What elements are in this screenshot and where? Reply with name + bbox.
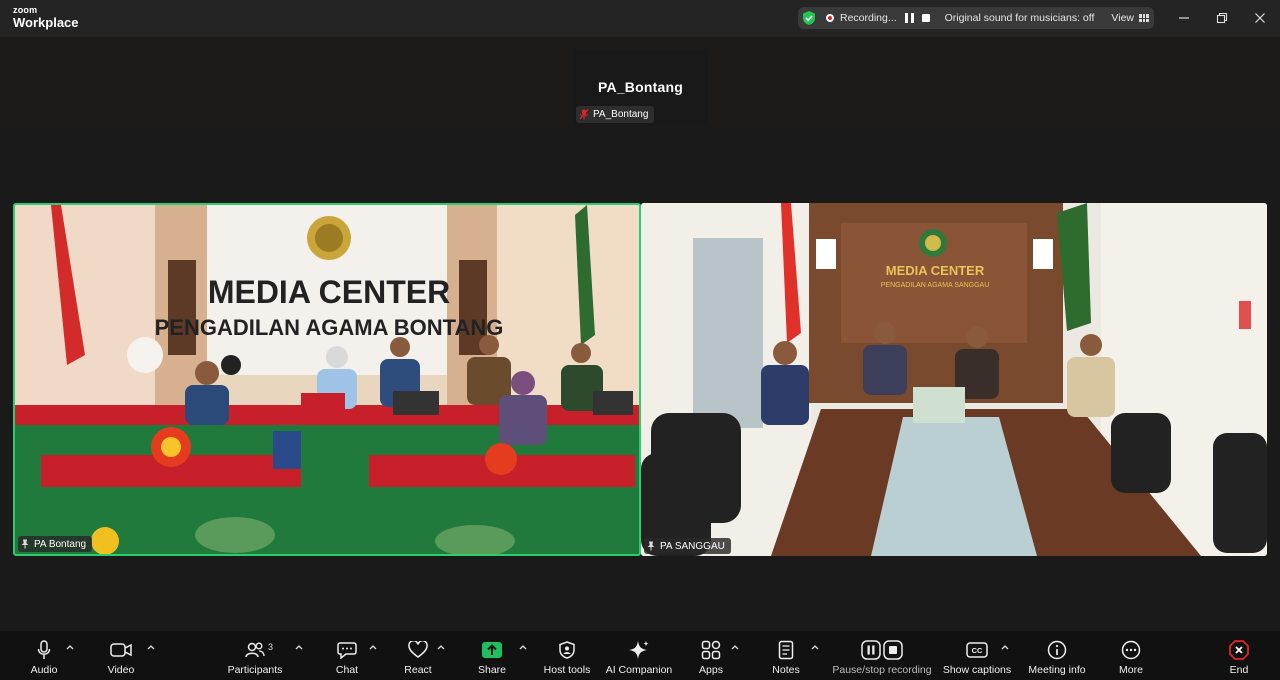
end-meeting-button[interactable]: End: [1226, 631, 1252, 680]
host-tools-button[interactable]: Host tools: [542, 631, 592, 680]
video-tile-pa-sanggau[interactable]: MEDIA CENTER PENGADILAN AGAMA SANGGAU PA…: [641, 203, 1267, 556]
encryption-shield-icon[interactable]: [802, 10, 816, 26]
video-options-chevron-icon[interactable]: [146, 643, 156, 651]
participants-count: 3: [268, 642, 274, 652]
video-button[interactable]: Video: [104, 631, 138, 680]
pause-stop-recording-icon: [861, 640, 903, 660]
svg-text:CC: CC: [972, 646, 983, 655]
pin-icon: [21, 539, 29, 549]
stop-recording-icon[interactable]: [921, 14, 930, 22]
closed-captions-icon: CC: [966, 642, 988, 658]
tile-name-bontang: PA Bontang: [34, 538, 87, 550]
video-feed-sanggau: MEDIA CENTER PENGADILAN AGAMA SANGGAU: [641, 203, 1267, 556]
host-tools-shield-icon: [559, 641, 575, 659]
end-meeting-icon: [1229, 640, 1249, 660]
captions-options-chevron-icon[interactable]: [1000, 643, 1010, 651]
participant-name-tag-text: PA_Bontang: [593, 109, 649, 120]
apps-button[interactable]: Apps: [698, 631, 724, 680]
participant-thumbnail[interactable]: PA_Bontang PA_Bontang: [573, 49, 708, 126]
zoom-workplace-logo: zoom Workplace: [13, 5, 79, 30]
audio-label: Audio: [30, 664, 58, 676]
notes-options-chevron-icon[interactable]: [810, 643, 820, 651]
show-captions-label: Show captions: [942, 664, 1012, 676]
title-bar: zoom Workplace Recording... Original sou…: [0, 0, 1280, 37]
heart-react-icon: [408, 641, 428, 658]
ai-companion-button[interactable]: AI Companion: [604, 631, 674, 680]
view-button[interactable]: View: [1111, 12, 1149, 24]
tile-name-tag: PA Bontang: [18, 536, 93, 552]
share-options-chevron-icon[interactable]: [518, 643, 528, 651]
video-camera-icon: [110, 643, 132, 657]
restore-window-icon[interactable]: [1212, 9, 1232, 27]
share-screen-icon: [482, 642, 502, 658]
chat-bubble-icon: [337, 642, 357, 659]
recording-dot-icon: [826, 14, 834, 22]
video-label: Video: [107, 664, 135, 676]
thumbnail-strip: PA_Bontang PA_Bontang: [0, 37, 1280, 127]
video-tile-pa-bontang[interactable]: MEDIA CENTER PENGADILAN AGAMA BONTANG PA…: [13, 203, 641, 556]
more-button[interactable]: More: [1116, 631, 1146, 680]
host-tools-label: Host tools: [543, 664, 591, 676]
chat-options-chevron-icon[interactable]: [368, 643, 378, 651]
apps-options-chevron-icon[interactable]: [730, 643, 740, 651]
muted-mic-icon: [579, 109, 589, 120]
chat-button[interactable]: Chat: [333, 631, 361, 680]
original-sound-status[interactable]: Original sound for musicians: off: [945, 12, 1095, 24]
more-dots-icon: [1121, 640, 1141, 660]
participants-icon: [245, 642, 265, 658]
meeting-info-label: Meeting info: [1028, 664, 1086, 676]
participant-name-tag: PA_Bontang: [576, 106, 655, 123]
react-options-chevron-icon[interactable]: [436, 643, 446, 651]
chat-label: Chat: [335, 664, 359, 676]
participants-button[interactable]: Participants: [226, 631, 284, 680]
ai-sparkle-icon: [629, 641, 649, 659]
microphone-icon: [37, 640, 51, 659]
apps-label: Apps: [699, 664, 723, 676]
participant-name-large: PA_Bontang: [598, 79, 683, 95]
info-circle-icon: [1047, 640, 1067, 660]
notes-button[interactable]: Notes: [770, 631, 802, 680]
pause-stop-recording-label: Pause/stop recording: [832, 664, 932, 676]
pause-recording-icon[interactable]: [904, 13, 914, 23]
participants-options-chevron-icon[interactable]: [294, 643, 304, 651]
react-label: React: [404, 664, 432, 676]
share-label: Share: [477, 664, 507, 676]
participants-label: Participants: [227, 664, 283, 676]
share-button[interactable]: Share: [478, 631, 506, 680]
audio-options-chevron-icon[interactable]: [65, 643, 75, 651]
meeting-stage: PA_Bontang PA_Bontang MEDIA CENTER PENGA…: [0, 37, 1280, 631]
tile-name-tag: PA SANGGAU: [644, 538, 731, 554]
pin-icon: [647, 541, 655, 551]
view-label: View: [1111, 12, 1134, 24]
show-captions-button[interactable]: CC Show captions: [942, 631, 1012, 680]
recording-status-bar: Recording... Original sound for musician…: [798, 7, 1154, 29]
close-window-icon[interactable]: [1250, 9, 1270, 27]
video-feed-bontang: MEDIA CENTER PENGADILAN AGAMA BONTANG: [15, 205, 639, 554]
meeting-toolbar: Audio Video Participants 3 Chat React Sh…: [0, 631, 1280, 680]
notes-icon: [778, 640, 794, 660]
notes-label: Notes: [772, 664, 800, 676]
meeting-info-button[interactable]: Meeting info: [1026, 631, 1088, 680]
sanggau-sign-line2: PENGADILAN AGAMA SANGGAU: [881, 282, 990, 289]
apps-grid-icon: [701, 640, 721, 660]
audio-button[interactable]: Audio: [28, 631, 60, 680]
minimize-window-icon[interactable]: [1174, 9, 1194, 27]
bontang-sign-line1: MEDIA CENTER: [208, 274, 450, 310]
sanggau-sign-line1: MEDIA CENTER: [886, 263, 985, 278]
pause-stop-recording-button[interactable]: Pause/stop recording: [832, 631, 932, 680]
ai-companion-label: AI Companion: [605, 664, 673, 676]
recording-status-text: Recording...: [840, 12, 897, 24]
bontang-sign-line2: PENGADILAN AGAMA BONTANG: [155, 315, 504, 340]
tile-name-sanggau: PA SANGGAU: [660, 540, 725, 552]
view-grid-icon: [1139, 14, 1149, 22]
brand-top: zoom: [13, 5, 38, 15]
more-label: More: [1119, 664, 1143, 676]
react-button[interactable]: React: [402, 631, 434, 680]
brand-bottom: Workplace: [13, 15, 79, 30]
end-label: End: [1229, 664, 1249, 676]
